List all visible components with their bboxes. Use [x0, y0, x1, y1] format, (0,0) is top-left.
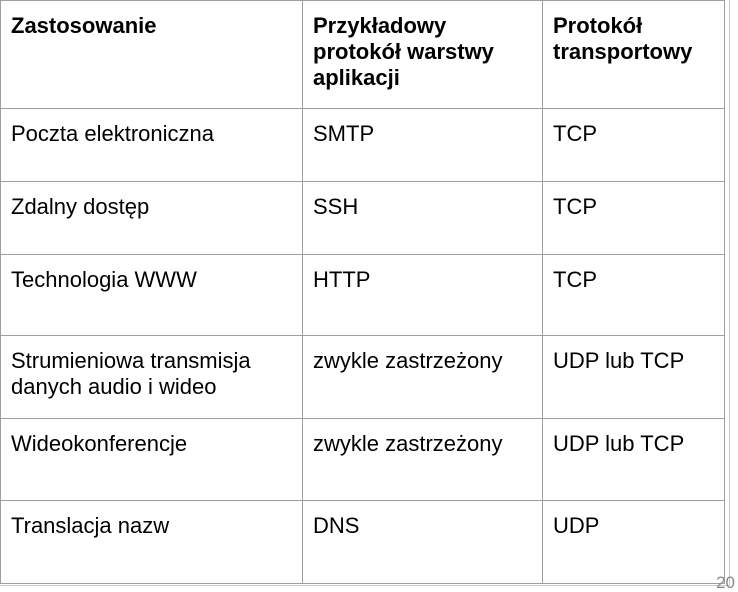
cell-application: Technologia WWW: [0, 254, 303, 336]
cell-application: Wideokonferencje: [0, 418, 303, 501]
cell-application: Strumieniowa transmisja danych audio i w…: [0, 335, 303, 419]
protocol-table: Zastosowanie Przykładowy protokół warstw…: [0, 0, 725, 584]
table-header-row: Zastosowanie Przykładowy protokół warstw…: [0, 0, 725, 109]
cell-application: Translacja nazw: [0, 500, 303, 584]
cell-transport-protocol: UDP lub TCP: [542, 335, 725, 419]
table-row: Zdalny dostęp SSH TCP: [0, 181, 725, 255]
table-row: Wideokonferencje zwykle zastrzeżony UDP …: [0, 418, 725, 501]
page-number: 20: [716, 573, 735, 592]
table-row: Technologia WWW HTTP TCP: [0, 254, 725, 336]
table-row: Poczta elektroniczna SMTP TCP: [0, 108, 725, 182]
table-row: Translacja nazw DNS UDP: [0, 500, 725, 584]
cell-app-protocol: HTTP: [302, 254, 543, 336]
cell-transport-protocol: UDP: [542, 500, 725, 584]
cell-transport-protocol: TCP: [542, 108, 725, 182]
cell-app-protocol: zwykle zastrzeżony: [302, 335, 543, 419]
header-application: Zastosowanie: [0, 0, 303, 109]
cell-transport-protocol: UDP lub TCP: [542, 418, 725, 501]
table-row: Strumieniowa transmisja danych audio i w…: [0, 335, 725, 419]
cell-application: Zdalny dostęp: [0, 181, 303, 255]
cell-app-protocol: SMTP: [302, 108, 543, 182]
cell-transport-protocol: TCP: [542, 254, 725, 336]
cell-application: Poczta elektroniczna: [0, 108, 303, 182]
header-app-protocol: Przykładowy protokół warstwy aplikacji: [302, 0, 543, 109]
cell-transport-protocol: TCP: [542, 181, 725, 255]
cell-app-protocol: SSH: [302, 181, 543, 255]
header-transport-protocol: Protokół transportowy: [542, 0, 725, 109]
cell-app-protocol: DNS: [302, 500, 543, 584]
cell-app-protocol: zwykle zastrzeżony: [302, 418, 543, 501]
